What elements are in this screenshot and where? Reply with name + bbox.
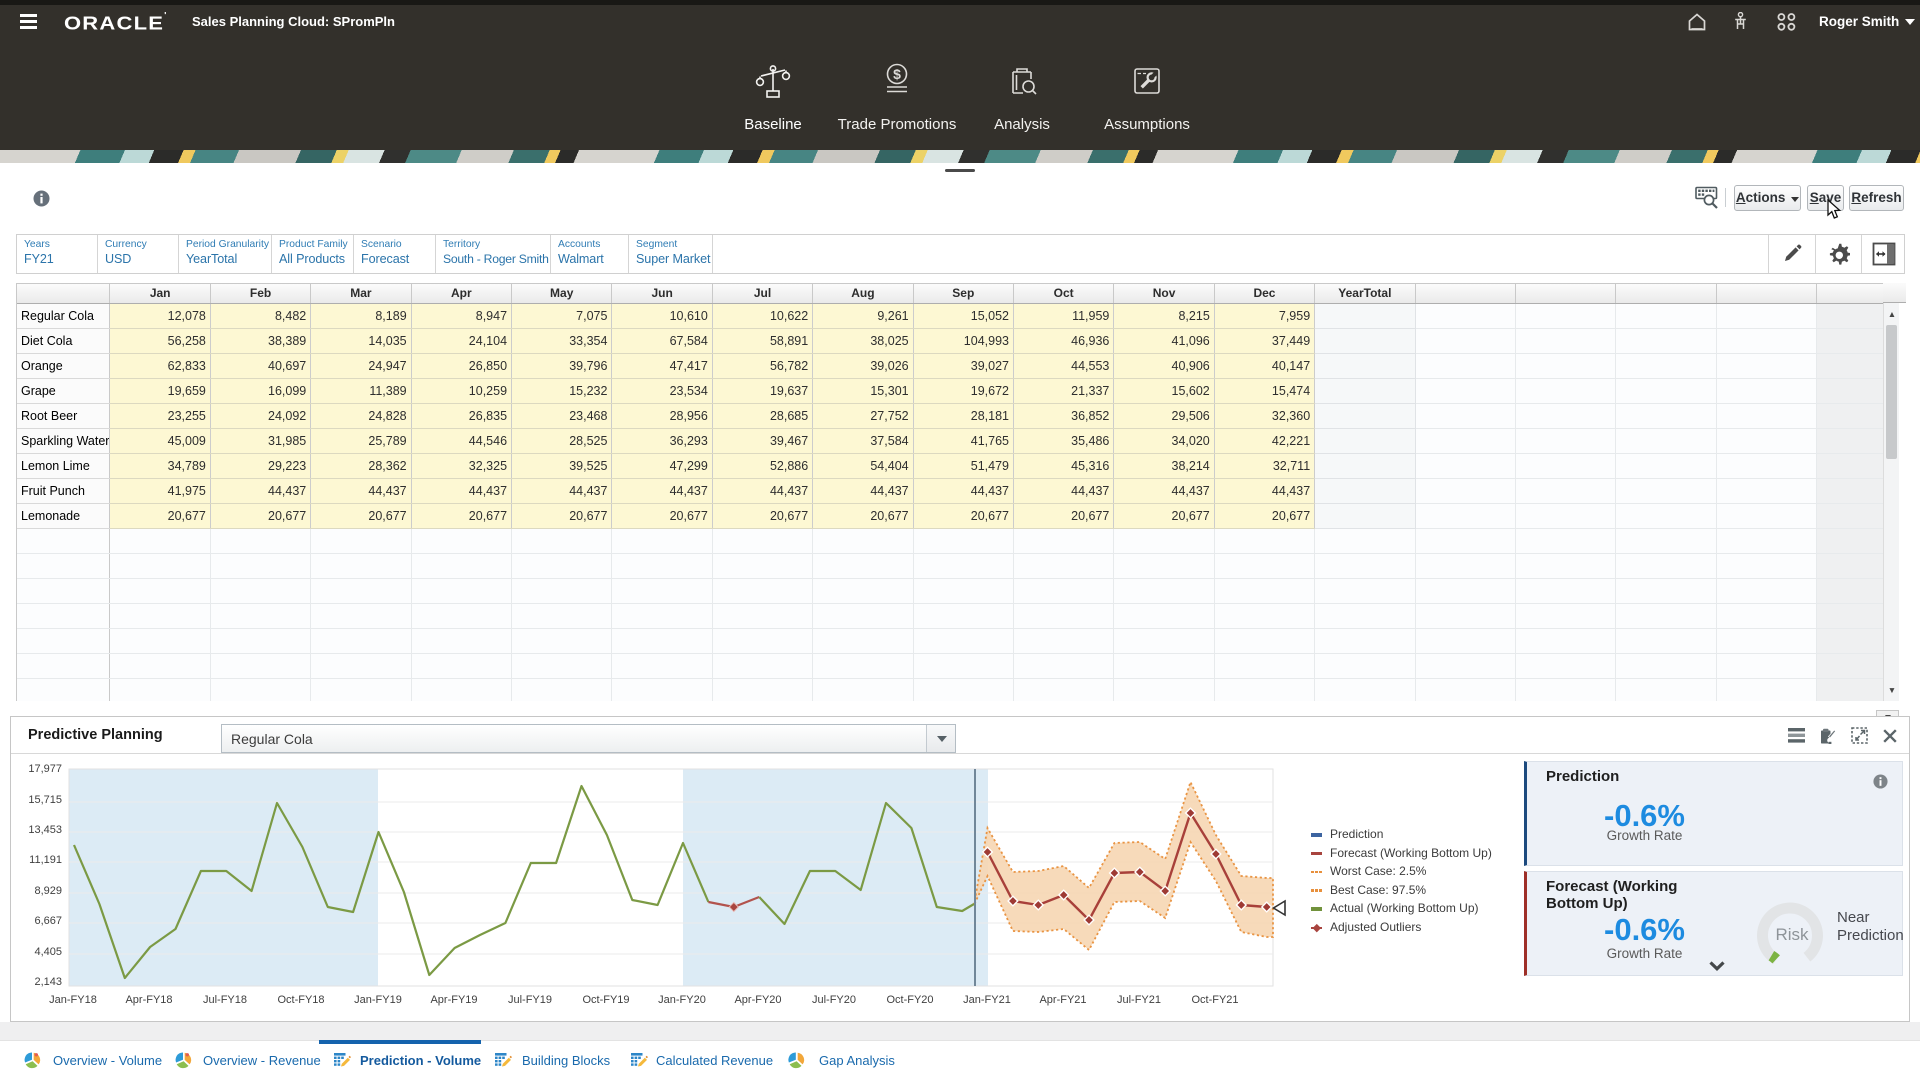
svg-text:$: $ bbox=[893, 66, 901, 82]
